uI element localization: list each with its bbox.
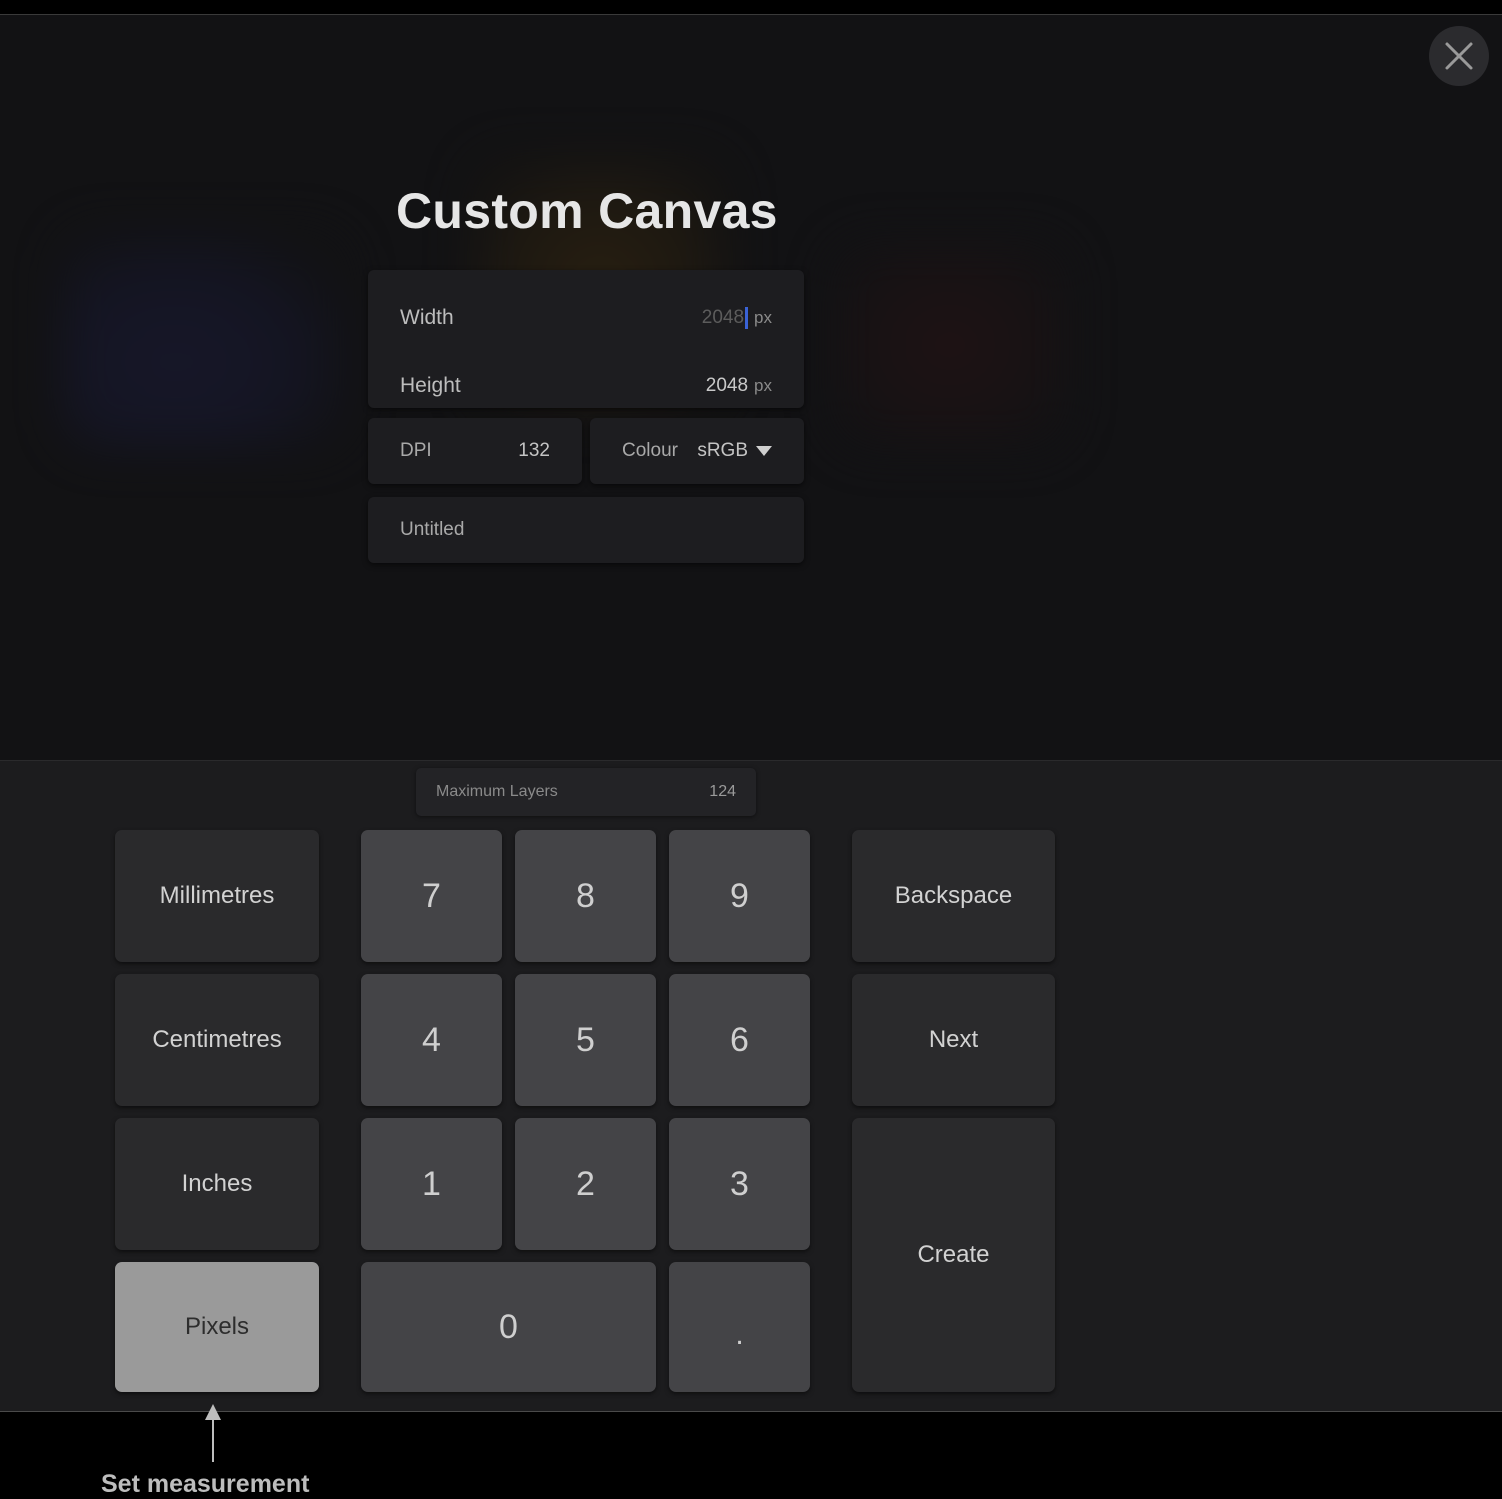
next-button[interactable]: Next xyxy=(852,974,1055,1106)
dimensions-panel: Width 2048 px Height 2048 px xyxy=(368,270,804,408)
key-3[interactable]: 3 xyxy=(669,1118,810,1250)
colour-label: Colour xyxy=(622,440,678,461)
height-label: Height xyxy=(400,374,461,397)
colour-row: Colour sRGB xyxy=(590,418,804,484)
height-field[interactable]: Height 2048 px xyxy=(368,356,804,416)
dropdown-arrow-icon[interactable] xyxy=(756,446,772,456)
text-caret xyxy=(745,306,749,329)
width-label: Width xyxy=(400,306,454,329)
backspace-button[interactable]: Backspace xyxy=(852,830,1055,962)
key-0[interactable]: 0 xyxy=(361,1262,656,1392)
maximum-layers-indicator: Maximum Layers 124 xyxy=(416,768,756,816)
key-8[interactable]: 8 xyxy=(515,830,656,962)
height-unit: px xyxy=(754,376,772,395)
key-1[interactable]: 1 xyxy=(361,1118,502,1250)
unit-inches-button[interactable]: Inches xyxy=(115,1118,319,1250)
key-7[interactable]: 7 xyxy=(361,830,502,962)
colour-profile-select[interactable]: Colour sRGB xyxy=(590,418,804,484)
width-unit: px xyxy=(754,308,772,327)
key-5[interactable]: 5 xyxy=(515,974,656,1106)
dpi-row: DPI 132 xyxy=(368,418,582,484)
colour-value[interactable]: sRGB xyxy=(697,440,748,462)
key-9[interactable]: 9 xyxy=(669,830,810,962)
dpi-value[interactable]: 132 xyxy=(518,440,550,462)
top-bar xyxy=(0,0,1502,15)
maximum-layers-value: 124 xyxy=(709,783,736,800)
close-button[interactable] xyxy=(1429,26,1489,86)
height-value[interactable]: 2048 xyxy=(706,375,748,397)
key-4[interactable]: 4 xyxy=(361,974,502,1106)
width-value-text: 2048 xyxy=(701,307,745,328)
background-preview-left xyxy=(60,230,350,450)
unit-pixels-button[interactable]: Pixels xyxy=(115,1262,319,1392)
width-value[interactable]: 2048 xyxy=(701,306,749,329)
background-preview-right xyxy=(830,240,1070,450)
dialog-title: Custom Canvas xyxy=(396,183,778,239)
unit-centimetres-button[interactable]: Centimetres xyxy=(115,974,319,1106)
key-6[interactable]: 6 xyxy=(669,974,810,1106)
annotation-arrow-line xyxy=(212,1418,214,1462)
annotation-caption: Set measurement xyxy=(101,1470,310,1498)
maximum-layers-label: Maximum Layers xyxy=(436,783,558,800)
dpi-field[interactable]: DPI 132 xyxy=(368,418,582,484)
close-icon xyxy=(1445,42,1473,70)
dpi-label: DPI xyxy=(400,440,432,461)
key-decimal-point[interactable]: . xyxy=(669,1262,810,1392)
width-field[interactable]: Width 2048 px xyxy=(368,288,804,348)
name-row: Untitled xyxy=(368,497,804,563)
unit-millimetres-button[interactable]: Millimetres xyxy=(115,830,319,962)
create-button[interactable]: Create xyxy=(852,1118,1055,1392)
canvas-name-placeholder[interactable]: Untitled xyxy=(400,519,464,541)
canvas-name-field[interactable]: Untitled xyxy=(368,497,804,563)
key-2[interactable]: 2 xyxy=(515,1118,656,1250)
